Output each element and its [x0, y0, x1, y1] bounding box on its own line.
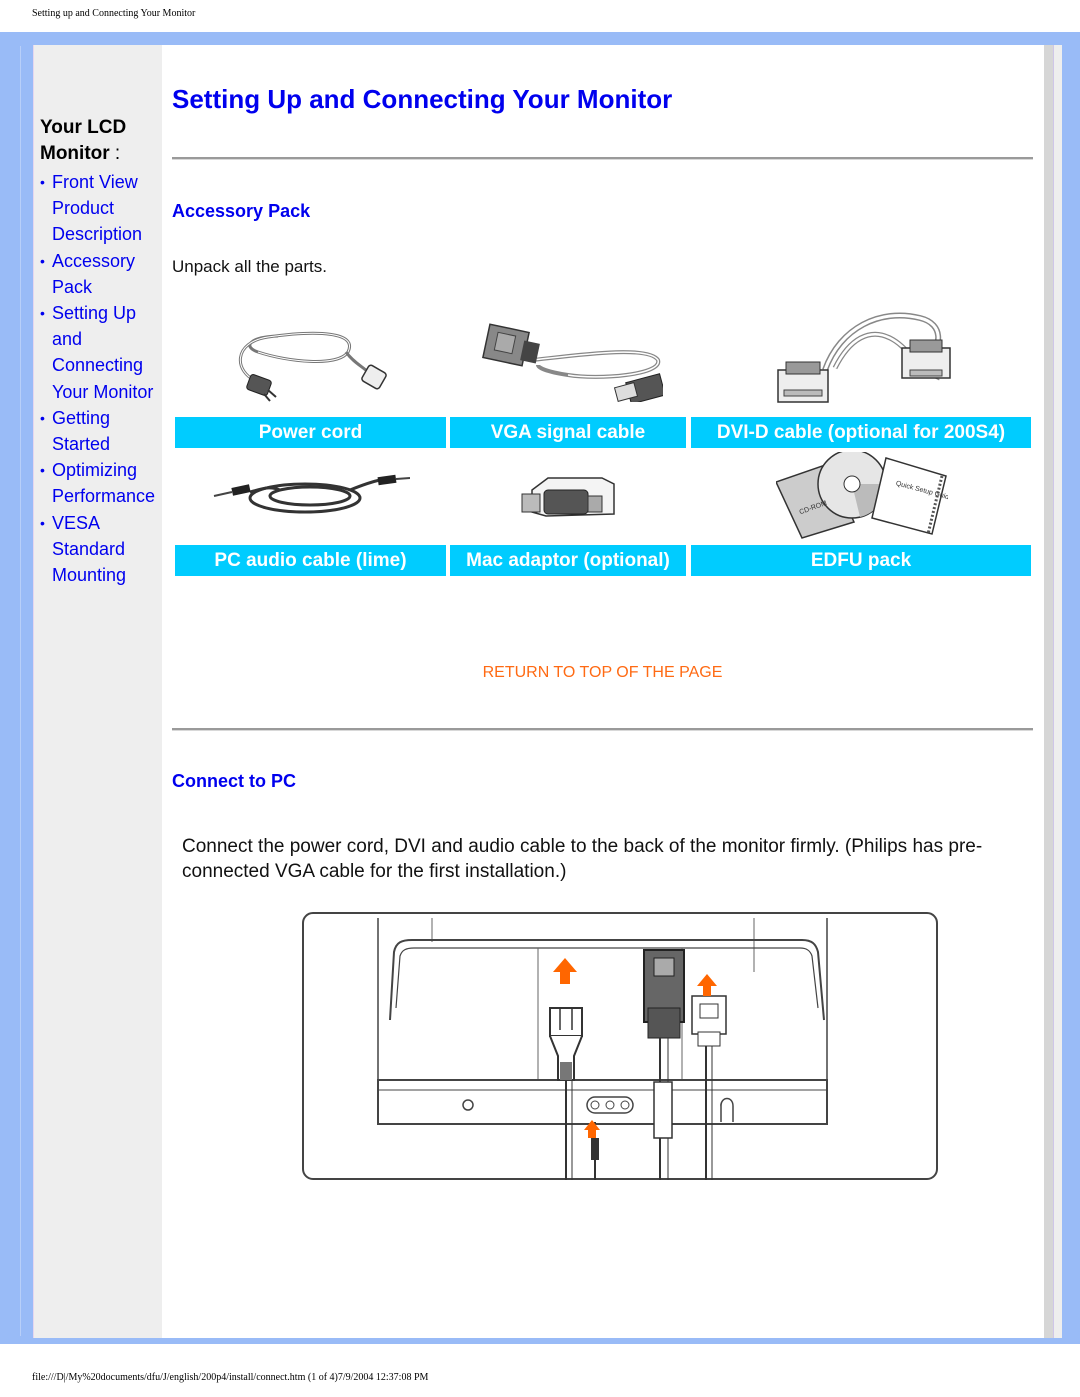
sidebar-item-vesa: • VESA Standard Mounting	[38, 510, 170, 589]
accessory-intro: Unpack all the parts.	[172, 257, 327, 276]
return-to-top-link[interactable]: RETURN TO TOP OF THE PAGE	[172, 664, 1033, 682]
bullet-icon: •	[40, 462, 45, 479]
mac-adaptor-image	[521, 477, 615, 517]
bullet-icon: •	[40, 252, 45, 269]
divider-top	[172, 157, 1033, 160]
caption-audio-cable: PC audio cable (lime)	[175, 545, 446, 576]
sidebar-item-optimizing: • Optimizing Performance	[38, 457, 170, 509]
sidebar-item-front-view: • Front View Product Description	[38, 169, 170, 248]
sidebar-item-setting-up: • Setting Up and Connecting Your Monitor	[38, 300, 170, 405]
sidebar-nav: • Front View Product Description • Accesso…	[38, 169, 170, 588]
sidebar-link-setting-up[interactable]: Setting Up and Connecting Your Monitor	[52, 303, 153, 402]
bullet-icon: •	[40, 305, 45, 322]
caption-dvi-cable: DVI-D cable (optional for 200S4)	[691, 417, 1031, 448]
dvi-cable-image	[777, 312, 951, 403]
caption-power-cord: Power cord	[175, 417, 446, 448]
sidebar-link-getting-started[interactable]: Getting Started	[52, 408, 110, 454]
lock-slot-icon	[720, 1097, 734, 1122]
sidebar: Your LCD Monitor : • Front View Product D…	[34, 45, 162, 1338]
sidebar-item-getting-started: • Getting Started	[38, 405, 170, 457]
document-footer-path: file:///D|/My%20documents/dfu/J/english/…	[32, 1372, 429, 1383]
connect-instructions: Connect the power cord, DVI and audio ca…	[182, 836, 983, 882]
audio-jack-icon	[591, 1138, 599, 1160]
sidebar-heading: Your LCD Monitor :	[40, 115, 162, 167]
vga-cable-image	[482, 323, 663, 402]
sidebar-link-accessory-pack[interactable]: Accessory Pack	[52, 251, 135, 297]
sidebar-link-vesa[interactable]: VESA Standard Mounting	[52, 513, 126, 585]
divider-middle	[172, 728, 1033, 731]
screw-icon	[462, 1099, 474, 1111]
document-header-title: Setting up and Connecting Your Monitor	[32, 8, 196, 19]
caption-mac-adaptor: Mac adaptor (optional)	[450, 545, 686, 576]
accessory-pack-heading: Accessory Pack	[172, 201, 311, 221]
ferrite-core	[653, 1081, 673, 1139]
page-title: Setting Up and Connecting Your Monitor	[172, 84, 673, 114]
connect-to-pc-heading: Connect to PC	[172, 771, 296, 791]
bullet-icon: •	[40, 514, 45, 531]
bullet-icon: •	[40, 174, 45, 190]
sidebar-link-front-view[interactable]: Front View Product Description	[52, 172, 142, 244]
caption-edfu-pack: EDFU pack	[691, 545, 1031, 576]
audio-cable-image	[213, 474, 410, 514]
power-cord-image	[239, 331, 387, 402]
monitor-connection-diagram	[302, 912, 938, 1180]
frame-divider	[20, 46, 21, 1336]
caption-vga-cable: VGA signal cable	[450, 417, 686, 448]
sidebar-link-optimizing[interactable]: Optimizing Performance	[52, 460, 155, 506]
sidebar-item-accessory-pack: • Accessory Pack	[38, 248, 170, 300]
sidebar-heading-colon: :	[109, 143, 121, 164]
bullet-icon: •	[40, 409, 45, 426]
edfu-pack-image: CD-ROM Quick Setup Guide	[776, 452, 948, 539]
right-rail-inner	[1053, 45, 1062, 1338]
power-plug-icon	[549, 1007, 583, 1037]
